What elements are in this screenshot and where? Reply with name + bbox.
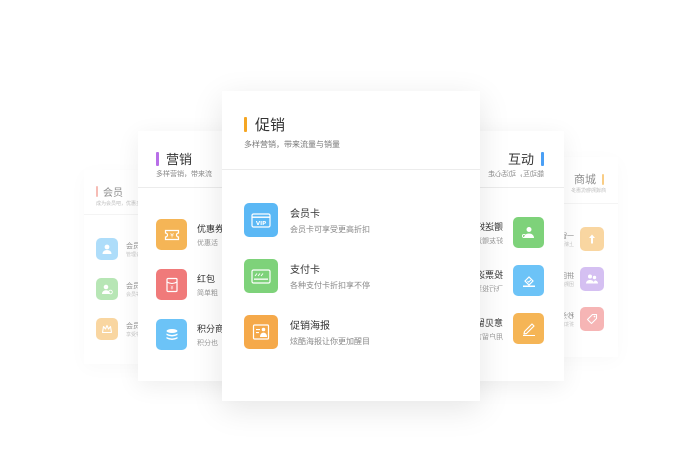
accent-bar xyxy=(541,151,544,166)
member-card-title: 会员 xyxy=(96,184,123,199)
payment-card-icon xyxy=(244,259,278,293)
item-desc: 会员卡可享受更高折扣 xyxy=(290,225,370,234)
promo-title-text: 促销 xyxy=(255,116,286,134)
marketing-card-title: 营销 xyxy=(156,149,192,168)
item-name: 会员卡 xyxy=(290,209,320,220)
user-gift-icon xyxy=(513,217,544,248)
coupon-icon: ¥ xyxy=(156,219,187,250)
interact-title-text: 互动 xyxy=(507,153,534,168)
promo-card[interactable]: 促销 多样营销，带来流量与销量 VIP 会员卡 会员卡可享受更高折扣 支付卡 各… xyxy=(222,91,480,401)
tag-icon xyxy=(580,307,604,331)
member-title-text: 会员 xyxy=(103,188,123,199)
interact-item-gift[interactable]: 赠送好 好友赠送 xyxy=(473,217,544,248)
promo-item-poster[interactable]: 促销海报 炫酷海报让你更加醒目 xyxy=(244,315,430,349)
item-desc: 各种支付卡折扣享不停 xyxy=(290,281,370,290)
interact-card-title: 互动 xyxy=(508,149,544,168)
accent-bar xyxy=(156,151,159,166)
divider xyxy=(222,169,480,170)
users-icon xyxy=(96,238,118,260)
svg-text:¥: ¥ xyxy=(170,232,174,239)
item-desc: 炫酷海报让你更加醒目 xyxy=(290,337,370,346)
svg-text:VIP: VIP xyxy=(256,221,266,227)
item-name: 支付卡 xyxy=(290,265,320,276)
edit-icon xyxy=(513,313,544,344)
red-envelope-icon: ¥ xyxy=(156,269,187,300)
mall-title-text: 商城 xyxy=(574,173,596,186)
promo-subtitle: 多样营销，带来流量与销量 xyxy=(244,140,340,149)
accent-bar xyxy=(244,117,247,132)
interact-item-vote[interactable]: 投票选 飞行投票 xyxy=(473,265,544,296)
poster-icon xyxy=(244,315,278,349)
mall-subtitle: 商城购物优惠多 xyxy=(570,188,606,194)
interact-item-feedback[interactable]: 意见留 用户留言 xyxy=(473,313,544,344)
promo-item-payment-card[interactable]: 支付卡 各种支付卡折扣享不停 xyxy=(244,259,430,293)
interact-subtitle: 能动互，动活心走 xyxy=(488,170,544,178)
mall-card-title: 商城 xyxy=(574,171,604,187)
marketing-subtitle: 多样营销，带来流 xyxy=(156,170,212,178)
promo-item-member-card[interactable]: VIP 会员卡 会员卡可享受更高折扣 xyxy=(244,203,430,237)
accent-bar xyxy=(96,186,98,197)
vote-icon xyxy=(513,265,544,296)
item-name: 促销海报 xyxy=(290,321,330,332)
svg-text:¥: ¥ xyxy=(170,285,173,291)
coins-icon xyxy=(156,319,187,350)
promo-card-title: 促销 xyxy=(244,114,285,135)
vip-card-icon: VIP xyxy=(244,203,278,237)
accent-bar xyxy=(602,173,604,185)
user-level-icon xyxy=(96,278,118,300)
arrow-up-icon xyxy=(580,227,604,251)
group-icon xyxy=(580,267,604,291)
marketing-title-text: 营销 xyxy=(166,153,193,168)
crown-icon xyxy=(96,318,118,340)
